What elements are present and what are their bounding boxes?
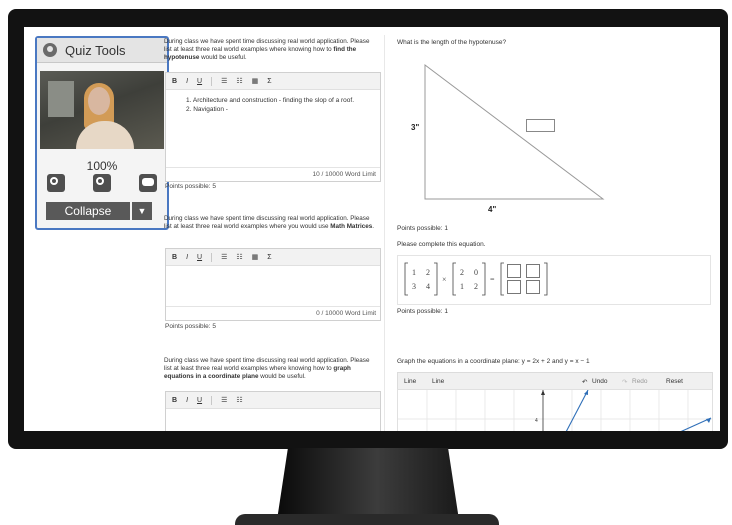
collapse-button[interactable]: Collapse bbox=[46, 202, 130, 220]
redo-button[interactable]: Redo bbox=[632, 378, 648, 385]
matrix-a-cell: 3 bbox=[412, 282, 416, 291]
side-b-label: 4" bbox=[488, 205, 497, 214]
points-possible-hyp: Points possible: 1 bbox=[397, 225, 448, 232]
bold-button[interactable]: B bbox=[172, 78, 177, 85]
matrix-b-cell: 2 bbox=[474, 282, 478, 291]
underline-button[interactable]: U bbox=[197, 254, 202, 261]
zoom-out-icon[interactable] bbox=[93, 174, 111, 192]
answer-editor-2[interactable]: B I U ☰ ☷ ▦ Σ 0 / 10000 Word Limit bbox=[165, 248, 381, 321]
editor-toolbar: B I U ☰ ☷ bbox=[166, 392, 380, 409]
matrix-question: Please complete this equation. bbox=[397, 241, 486, 248]
matrix-b-cell: 0 bbox=[474, 268, 478, 277]
italic-button[interactable]: I bbox=[186, 397, 188, 404]
sigma-button[interactable]: Σ bbox=[267, 78, 271, 85]
word-count-1: 10 / 10000 Word Limit bbox=[312, 171, 376, 178]
question-3-prompt: During class we have spent time discussi… bbox=[164, 357, 370, 381]
matrix-answer-input[interactable] bbox=[507, 280, 521, 294]
monitor-stand bbox=[277, 448, 459, 520]
matrix-a-cell: 2 bbox=[426, 268, 430, 277]
quiz-tools-header: Quiz Tools bbox=[37, 38, 167, 63]
line-tool-button[interactable]: Line bbox=[404, 378, 416, 385]
coordinate-plane[interactable]: 4 bbox=[397, 389, 713, 431]
reset-button[interactable]: Reset bbox=[666, 378, 683, 385]
graph-tick-label: 4 bbox=[535, 418, 538, 424]
list-item: Architecture and construction - finding … bbox=[192, 97, 355, 104]
bold-button[interactable]: B bbox=[172, 254, 177, 261]
quiz-page: Quiz Tools 100% Collapse ▼ During class … bbox=[24, 27, 720, 431]
question-2-prompt: During class we have spent time discussi… bbox=[164, 215, 374, 231]
editor-toolbar: B I U ☰ ☷ ▦ Σ bbox=[166, 73, 380, 90]
side-a-label: 3" bbox=[411, 123, 420, 132]
zoom-level: 100% bbox=[86, 159, 118, 173]
chevron-down-icon[interactable]: ▼ bbox=[132, 202, 152, 220]
redo-icon[interactable]: ↷ bbox=[622, 378, 627, 386]
underline-button[interactable]: U bbox=[197, 78, 202, 85]
numbered-list-icon[interactable]: ☷ bbox=[236, 253, 242, 261]
zoom-in-icon[interactable] bbox=[47, 174, 65, 192]
triangle-figure bbox=[424, 63, 605, 200]
word-count-2: 0 / 10000 Word Limit bbox=[316, 310, 376, 317]
times-sign: × bbox=[442, 275, 447, 284]
sigma-button[interactable]: Σ bbox=[267, 254, 271, 261]
matrix-a-cell: 1 bbox=[412, 268, 416, 277]
line-tool-button[interactable]: Line bbox=[432, 378, 444, 385]
numbered-list-icon[interactable]: ☷ bbox=[236, 396, 242, 404]
quiz-tools-title: Quiz Tools bbox=[65, 42, 126, 58]
table-icon[interactable]: ▦ bbox=[252, 77, 259, 85]
undo-icon[interactable]: ↶ bbox=[582, 378, 587, 386]
points-possible-2: Points possible: 5 bbox=[165, 323, 216, 330]
italic-button[interactable]: I bbox=[186, 254, 188, 261]
monitor-base bbox=[235, 514, 499, 525]
table-icon[interactable]: ▦ bbox=[252, 253, 259, 261]
numbered-list-icon[interactable]: ☷ bbox=[236, 77, 242, 85]
matrix-equation: 1 2 3 4 × 2 0 1 2 = bbox=[397, 255, 711, 305]
points-possible-matrix: Points possible: 1 bbox=[397, 308, 448, 315]
equals-sign: = bbox=[490, 275, 495, 284]
hypotenuse-question: What is the length of the hypotenuse? bbox=[397, 39, 507, 46]
bullet-list-icon[interactable]: ☰ bbox=[221, 77, 227, 85]
points-possible-1: Points possible: 5 bbox=[165, 183, 216, 190]
matrix-b-cell: 1 bbox=[460, 282, 464, 291]
matrix-a-cell: 4 bbox=[426, 282, 430, 291]
webcam-video bbox=[40, 71, 164, 149]
bullet-list-icon[interactable]: ☰ bbox=[221, 396, 227, 404]
column-divider bbox=[384, 35, 385, 431]
matrix-answer-input[interactable] bbox=[507, 264, 521, 278]
italic-button[interactable]: I bbox=[186, 78, 188, 85]
matrix-b-cell: 2 bbox=[460, 268, 464, 277]
bold-button[interactable]: B bbox=[172, 397, 177, 404]
list-item: Navigation - bbox=[193, 106, 228, 113]
webcam-icon bbox=[43, 43, 57, 57]
question-1-prompt: During class we have spent time discussi… bbox=[164, 38, 370, 62]
matrix-answer-input[interactable] bbox=[526, 280, 540, 294]
graph-question: Graph the equations in a coordinate plan… bbox=[397, 358, 590, 365]
chat-icon[interactable] bbox=[139, 174, 157, 192]
editor-toolbar: B I U ☰ ☷ ▦ Σ bbox=[166, 249, 380, 266]
matrix-answer-input[interactable] bbox=[526, 264, 540, 278]
hypotenuse-answer-input[interactable] bbox=[526, 119, 555, 132]
answer-text-1[interactable]: 1. Architecture and construction - findi… bbox=[166, 90, 380, 114]
answer-editor-3[interactable]: B I U ☰ ☷ bbox=[165, 391, 381, 431]
undo-button[interactable]: Undo bbox=[592, 378, 608, 385]
quiz-tools-panel: Quiz Tools 100% Collapse ▼ bbox=[35, 36, 169, 230]
answer-editor-1[interactable]: B I U ☰ ☷ ▦ Σ 1. Architecture and constr… bbox=[165, 72, 381, 182]
underline-button[interactable]: U bbox=[197, 397, 202, 404]
bullet-list-icon[interactable]: ☰ bbox=[221, 253, 227, 261]
